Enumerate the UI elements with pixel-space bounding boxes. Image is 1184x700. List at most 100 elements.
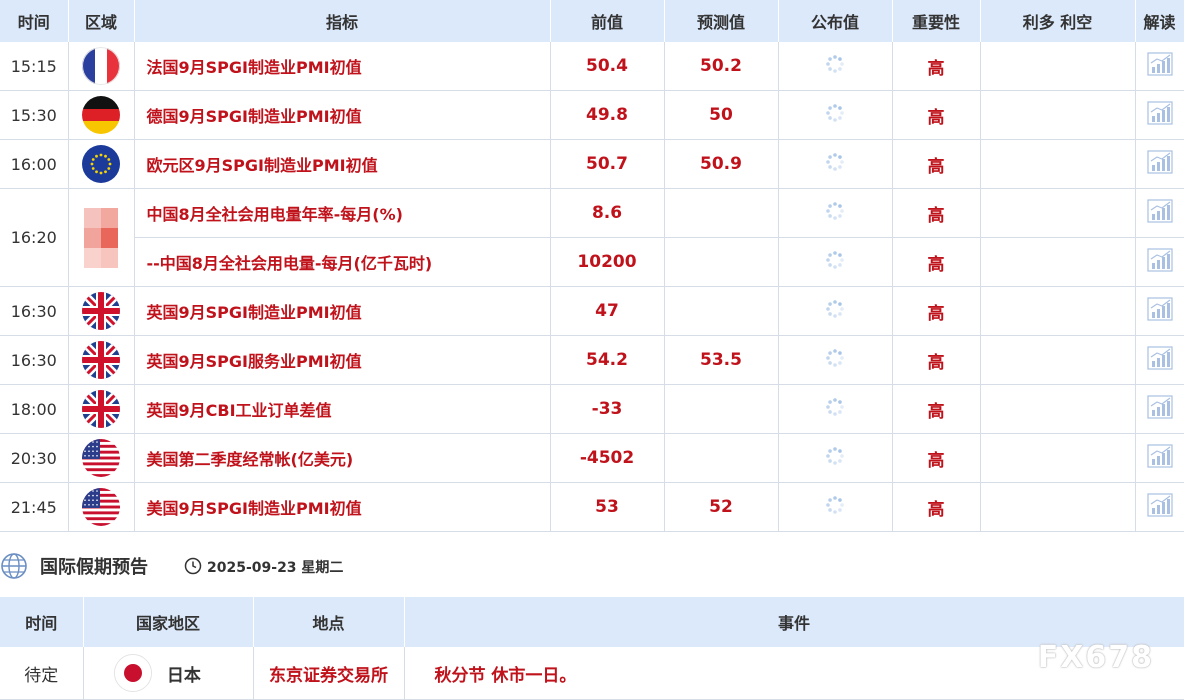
analysis-cell[interactable] (1135, 384, 1184, 434)
impact-cell (980, 139, 1136, 189)
row-time: 15:15 (0, 42, 69, 91)
calendar-row: 16:30 英国9月SPGI服务业PMI初值 54.2 53.5 高 (0, 335, 1184, 385)
uk-flag-icon (82, 390, 120, 428)
indicator-link[interactable]: 美国9月SPGI制造业PMI初值 (134, 482, 551, 532)
us-flag-icon (82, 488, 120, 526)
previous-value: 54.2 (550, 335, 665, 385)
indicator-link[interactable]: 中国8月全社会用电量年率-每月(%) (134, 188, 551, 238)
china-flag-icon (82, 205, 120, 270)
col-header-importance: 重要性 (892, 0, 981, 42)
impact-cell (980, 482, 1136, 532)
holiday-section-header: 国际假期预告 2025-09-23 星期二 (0, 532, 1184, 597)
importance-value: 高 (892, 384, 981, 434)
holiday-section-title: 国际假期预告 (40, 557, 148, 578)
indicator-link[interactable]: 德国9月SPGI制造业PMI初值 (134, 90, 551, 140)
col-header-impact: 利多 利空 (980, 0, 1136, 42)
analysis-cell[interactable] (1135, 433, 1184, 483)
forecast-value: 50.9 (664, 139, 779, 189)
impact-cell (980, 286, 1136, 336)
calendar-header-row: 时间 区域 指标 前值 预测值 公布值 重要性 利多 利空 解读 (0, 0, 1184, 42)
importance-value: 高 (892, 433, 981, 483)
holiday-place: 东京证券交易所 (253, 647, 405, 700)
indicator-link[interactable]: 英国9月SPGI制造业PMI初值 (134, 286, 551, 336)
analysis-cell[interactable] (1135, 42, 1184, 91)
holiday-col-country: 国家地区 (83, 597, 254, 647)
region-cell (68, 139, 135, 189)
actual-value (778, 335, 893, 385)
previous-value: 8.6 (550, 188, 665, 238)
holiday-row: 待定 日本 东京证券交易所 秋分节 休市一日。 (0, 647, 1184, 700)
bar-chart-icon[interactable] (1146, 345, 1173, 375)
calendar-row: 16:20 中国8月全社会用电量年率-每月(%) 8.6 高 (0, 188, 1184, 287)
col-header-analysis: 解读 (1135, 0, 1184, 42)
previous-value: -33 (550, 384, 665, 434)
indicator-link[interactable]: 英国9月CBI工业订单差值 (134, 384, 551, 434)
forecast-value: 50.2 (664, 42, 779, 91)
indicator-link[interactable]: --中国8月全社会用电量-每月(亿千瓦时) (134, 237, 551, 287)
bar-chart-icon[interactable] (1146, 443, 1173, 473)
forecast-value (664, 237, 779, 287)
bar-chart-icon[interactable] (1146, 492, 1173, 522)
previous-value: -4502 (550, 433, 665, 483)
region-cell (68, 433, 135, 483)
bar-chart-icon[interactable] (1146, 100, 1173, 130)
impact-cell (980, 90, 1136, 140)
loading-spinner-icon (824, 53, 846, 80)
bar-chart-icon[interactable] (1146, 51, 1173, 81)
region-cell (68, 90, 135, 140)
calendar-row: 18:00 英国9月CBI工业订单差值 -33 高 (0, 384, 1184, 434)
analysis-cell[interactable] (1135, 286, 1184, 336)
indicator-link[interactable]: 英国9月SPGI服务业PMI初值 (134, 335, 551, 385)
analysis-cell[interactable] (1135, 188, 1184, 238)
region-cell (68, 384, 135, 434)
analysis-cell[interactable] (1135, 90, 1184, 140)
indicator-link[interactable]: 美国第二季度经常帐(亿美元) (134, 433, 551, 483)
row-time: 18:00 (0, 384, 69, 434)
loading-spinner-icon (824, 396, 846, 423)
col-header-time: 时间 (0, 0, 69, 42)
loading-spinner-icon (824, 249, 846, 276)
holiday-table: 时间 国家地区 地点 事件 待定 日本 东京证券交易所 秋分节 休市一日。 (0, 597, 1184, 700)
actual-value (778, 237, 893, 287)
loading-spinner-icon (824, 347, 846, 374)
calendar-row: 20:30 美国第二季度经常帐(亿美元) -4502 高 (0, 433, 1184, 483)
region-cell (68, 286, 135, 336)
holiday-country: 日本 (166, 665, 201, 686)
col-header-previous: 前值 (550, 0, 665, 42)
bar-chart-icon[interactable] (1146, 247, 1173, 277)
loading-spinner-icon (824, 298, 846, 325)
forecast-value: 50 (664, 90, 779, 140)
bar-chart-icon[interactable] (1146, 149, 1173, 179)
previous-value: 10200 (550, 237, 665, 287)
actual-value (778, 482, 893, 532)
actual-value (778, 286, 893, 336)
importance-value: 高 (892, 237, 981, 287)
actual-value (778, 42, 893, 91)
indicator-link[interactable]: 法国9月SPGI制造业PMI初值 (134, 42, 551, 91)
actual-value (778, 188, 893, 238)
calendar-row: 16:00 欧元区9月SPGI制造业PMI初值 50.7 50.9 高 (0, 139, 1184, 189)
bar-chart-icon[interactable] (1146, 394, 1173, 424)
analysis-cell[interactable] (1135, 237, 1184, 287)
holiday-time: 待定 (0, 647, 84, 700)
row-time: 16:30 (0, 286, 69, 336)
analysis-cell[interactable] (1135, 335, 1184, 385)
calendar-row: --中国8月全社会用电量-每月(亿千瓦时) 10200 高 (0, 237, 1184, 287)
impact-cell (980, 335, 1136, 385)
importance-value: 高 (892, 139, 981, 189)
actual-value (778, 90, 893, 140)
indicator-link[interactable]: 欧元区9月SPGI制造业PMI初值 (134, 139, 551, 189)
bar-chart-icon[interactable] (1146, 296, 1173, 326)
region-cell (68, 335, 135, 385)
analysis-cell[interactable] (1135, 139, 1184, 189)
bar-chart-icon[interactable] (1146, 198, 1173, 228)
region-cell (68, 42, 135, 91)
loading-spinner-icon (824, 151, 846, 178)
impact-cell (980, 188, 1136, 238)
impact-cell (980, 237, 1136, 287)
analysis-cell[interactable] (1135, 482, 1184, 532)
importance-value: 高 (892, 90, 981, 140)
holiday-col-place: 地点 (253, 597, 405, 647)
impact-cell (980, 384, 1136, 434)
watermark-logo: FX678 (1037, 640, 1154, 675)
